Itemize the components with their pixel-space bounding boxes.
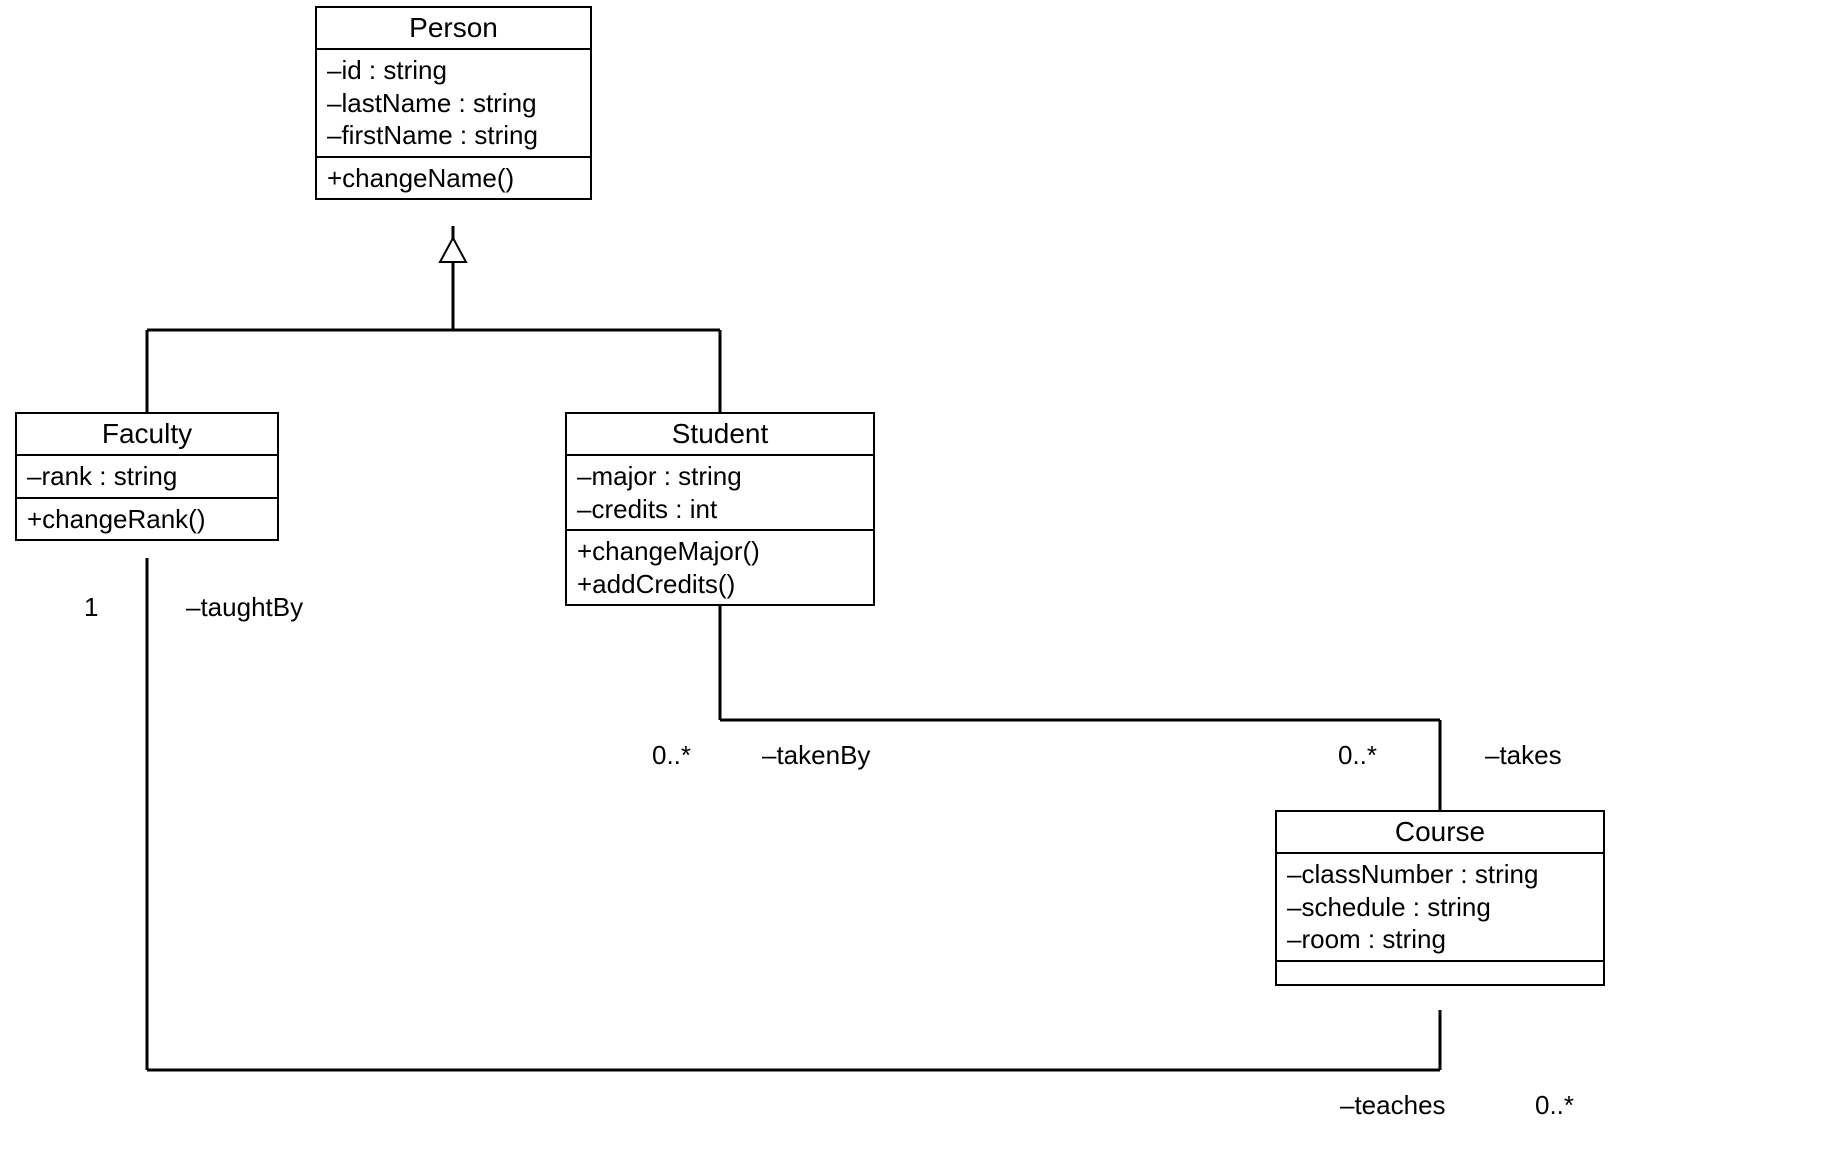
class-operations — [1277, 962, 1603, 984]
class-name: Faculty — [17, 414, 277, 456]
class-attributes: –rank : string — [17, 456, 277, 499]
class-attributes: –classNumber : string –schedule : string… — [1277, 854, 1603, 962]
class-person: Person –id : string –lastName : string –… — [315, 6, 592, 200]
op: +changeName() — [327, 162, 580, 195]
attr: –firstName : string — [327, 119, 580, 152]
attr: –major : string — [577, 460, 863, 493]
role-taughtby: –taughtBy — [186, 592, 303, 623]
op: +changeMajor() — [577, 535, 863, 568]
uml-class-diagram: Person –id : string –lastName : string –… — [0, 0, 1822, 1173]
class-course: Course –classNumber : string –schedule :… — [1275, 810, 1605, 986]
class-operations: +changeRank() — [17, 499, 277, 540]
attr: –classNumber : string — [1287, 858, 1593, 891]
class-faculty: Faculty –rank : string +changeRank() — [15, 412, 279, 541]
class-operations: +changeName() — [317, 158, 590, 199]
op: +changeRank() — [27, 503, 267, 536]
class-attributes: –major : string –credits : int — [567, 456, 873, 531]
attr: –lastName : string — [327, 87, 580, 120]
class-name: Student — [567, 414, 873, 456]
role-teaches: –teaches — [1340, 1090, 1446, 1121]
multiplicity-takenby: 0..* — [652, 740, 691, 771]
role-takes: –takes — [1485, 740, 1562, 771]
op: +addCredits() — [577, 568, 863, 601]
role-takenby: –takenBy — [762, 740, 870, 771]
multiplicity-teaches: 0..* — [1535, 1090, 1574, 1121]
class-name: Person — [317, 8, 590, 50]
multiplicity-taughtby: 1 — [84, 592, 98, 623]
attr: –credits : int — [577, 493, 863, 526]
multiplicity-takes: 0..* — [1338, 740, 1377, 771]
class-operations: +changeMajor() +addCredits() — [567, 531, 873, 604]
class-student: Student –major : string –credits : int +… — [565, 412, 875, 606]
attr: –id : string — [327, 54, 580, 87]
attr: –room : string — [1287, 923, 1593, 956]
attr: –schedule : string — [1287, 891, 1593, 924]
class-name: Course — [1277, 812, 1603, 854]
attr: –rank : string — [27, 460, 267, 493]
class-attributes: –id : string –lastName : string –firstNa… — [317, 50, 590, 158]
connectors-layer — [0, 0, 1822, 1173]
